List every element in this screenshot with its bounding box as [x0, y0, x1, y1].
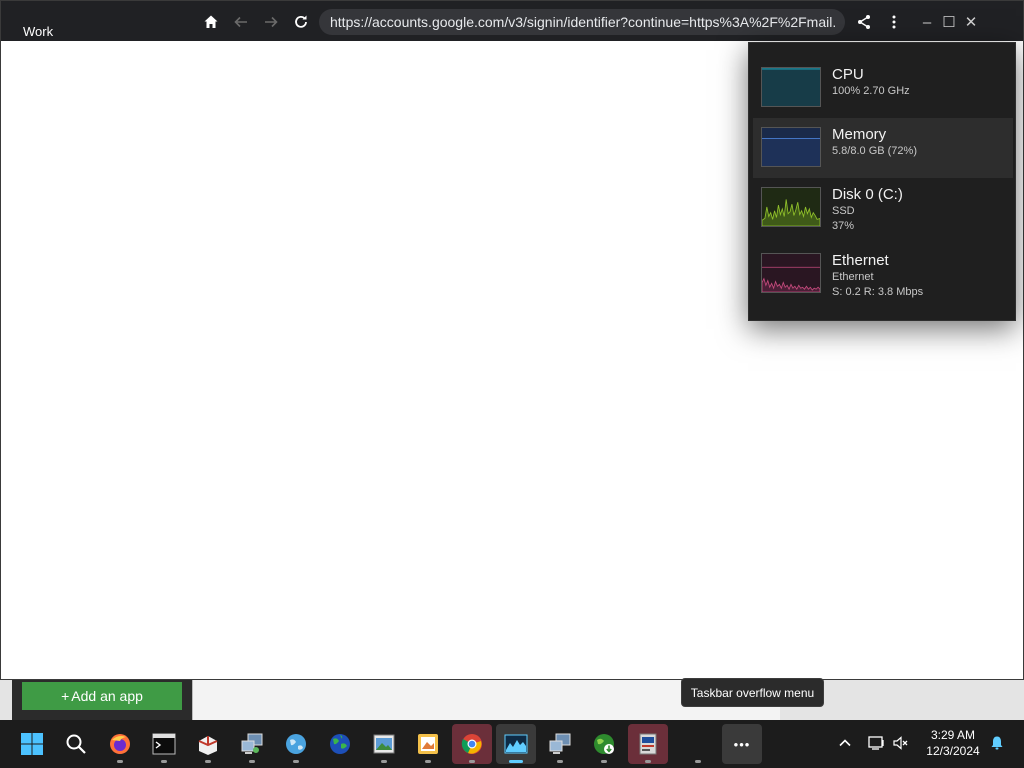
browser-titlebar[interactable]: Work https://accounts.google.com/v3/sign…: [1, 1, 1023, 41]
close-button[interactable]: ✕: [960, 11, 982, 33]
perf-item-disk[interactable]: Disk 0 (C:) SSD 37%: [753, 178, 1013, 238]
taskbar-app-package[interactable]: [188, 724, 228, 764]
volume-tray-button[interactable]: [890, 732, 912, 754]
display-tray-button[interactable]: [866, 732, 888, 754]
memory-graph: [761, 127, 821, 167]
running-indicator: [509, 760, 523, 763]
taskbar-app-earth[interactable]: [320, 724, 360, 764]
clock-date: 12/3/2024: [926, 744, 980, 758]
start-icon: [21, 733, 43, 755]
terminal-icon: [152, 733, 176, 755]
taskbar-app-world-download[interactable]: [584, 724, 624, 764]
start-button[interactable]: [12, 724, 52, 764]
running-indicator: [161, 760, 167, 763]
installer-icon: [639, 733, 657, 755]
back-arrow-icon: [234, 16, 247, 28]
memory-name: Memory: [832, 126, 887, 143]
disk-name: Disk 0 (C:): [832, 186, 903, 203]
taskbar-app-network-computer[interactable]: [232, 724, 272, 764]
home-icon: [204, 15, 218, 28]
running-indicator: [205, 760, 211, 763]
show-hidden-icons-button[interactable]: [834, 732, 856, 754]
taskbar-app-remote-desktop[interactable]: [540, 724, 580, 764]
running-indicator: [249, 760, 255, 763]
cpu-name: CPU: [832, 66, 864, 83]
taskbar-app-chrome[interactable]: [452, 724, 492, 764]
share-button[interactable]: [853, 11, 875, 33]
maximize-button[interactable]: ☐: [938, 11, 960, 33]
cpu-graph: [761, 67, 821, 107]
world-download-icon: [594, 734, 614, 754]
taskbar-clock[interactable]: 3:29 AM 12/3/2024: [916, 727, 990, 759]
add-an-app-button[interactable]: + Add an app: [22, 682, 182, 710]
search-button[interactable]: [56, 724, 96, 764]
disk-type: SSD: [832, 205, 855, 217]
reload-button[interactable]: [290, 11, 312, 33]
taskbar-app-image-viewer[interactable]: [364, 724, 404, 764]
forward-arrow-icon: [265, 16, 278, 28]
home-button[interactable]: [200, 11, 222, 33]
perf-item-cpu[interactable]: CPU 100% 2.70 GHz: [753, 58, 1013, 118]
network-computer-icon: [241, 733, 263, 754]
taskbar: •••: [0, 720, 1024, 768]
chrome-icon: [461, 734, 482, 754]
taskbar-app-photos[interactable]: [408, 724, 448, 764]
taskbar-app-globe[interactable]: [276, 724, 316, 764]
running-indicator: [117, 760, 123, 763]
package-icon: [198, 736, 218, 755]
globe-icon: [286, 734, 306, 754]
ethernet-name: Ethernet: [832, 252, 889, 269]
chevron-up-icon: [839, 739, 851, 747]
taskbar-app-installer[interactable]: [628, 724, 668, 764]
running-indicator: [425, 760, 431, 763]
reload-icon: [295, 15, 307, 28]
add-an-app-label: Add an app: [71, 688, 143, 704]
perf-item-memory[interactable]: Memory 5.8/8.0 GB (72%): [753, 118, 1013, 178]
ethernet-adapter: Ethernet: [832, 271, 874, 283]
running-indicator: [645, 760, 651, 763]
running-indicator: [469, 760, 475, 763]
browser-menu-button[interactable]: [883, 11, 905, 33]
photos-icon: [418, 734, 438, 754]
taskbar-app-firefox[interactable]: [100, 724, 140, 764]
earth-icon: [330, 734, 350, 754]
address-bar[interactable]: https://accounts.google.com/v3/signin/id…: [319, 9, 845, 35]
running-indicator: [557, 760, 563, 763]
running-indicator: [601, 760, 607, 763]
perf-item-ethernet[interactable]: Ethernet Ethernet S: 0.2 R: 3.8 Mbps: [753, 244, 1013, 304]
profile-name: Work: [23, 24, 54, 39]
running-indicator: [695, 760, 701, 763]
running-indicator: [293, 760, 299, 763]
minimize-button[interactable]: –: [916, 11, 938, 33]
disk-graph: [761, 187, 821, 227]
taskbar-app-task-manager[interactable]: [496, 724, 536, 764]
firefox-icon: [110, 734, 130, 754]
plus-icon: +: [61, 688, 70, 704]
performance-flyout: CPU 100% 2.70 GHz Memory 5.8/8.0 GB (72%…: [748, 42, 1016, 321]
search-icon: [66, 734, 86, 754]
taskbar-overflow-button[interactable]: •••: [722, 724, 762, 764]
disk-usage: 37%: [832, 220, 855, 232]
task-manager-icon: [504, 734, 528, 754]
cpu-usage: 100% 2.70 GHz: [832, 85, 910, 97]
clock-time: 3:29 AM: [930, 728, 976, 742]
taskbar-app-hidden[interactable]: [678, 724, 718, 764]
share-icon: [858, 15, 870, 29]
volume-muted-icon: [893, 736, 908, 750]
ethernet-graph: [761, 253, 821, 293]
kebab-menu-icon: [892, 15, 896, 29]
running-indicator: [381, 760, 387, 763]
remote-desktop-icon: [549, 733, 571, 754]
forward-button[interactable]: [260, 11, 282, 33]
ethernet-throughput: S: 0.2 R: 3.8 Mbps: [832, 286, 924, 298]
display-icon: [868, 736, 884, 750]
taskbar-app-terminal[interactable]: [144, 724, 184, 764]
notification-bell-icon: [991, 736, 1003, 750]
image-viewer-icon: [373, 734, 395, 754]
memory-usage: 5.8/8.0 GB (72%): [832, 145, 917, 157]
taskbar-overflow-tooltip: Taskbar overflow menu: [681, 678, 824, 707]
back-button[interactable]: [230, 11, 252, 33]
